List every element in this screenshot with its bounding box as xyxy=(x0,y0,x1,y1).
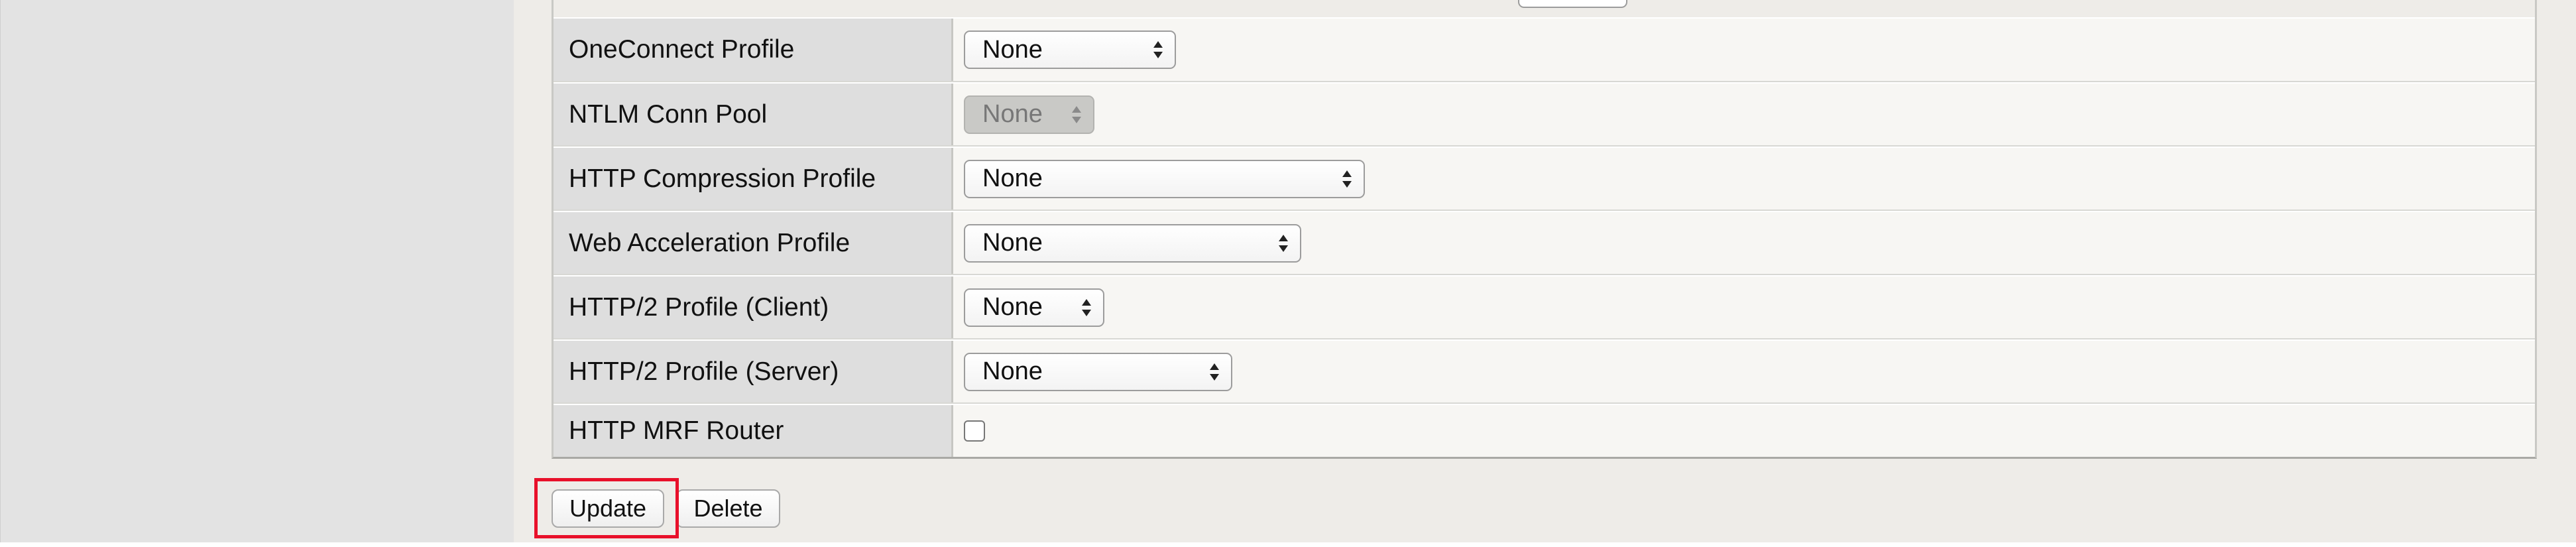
bottom-edge xyxy=(0,542,2576,547)
row-label: HTTP MRF Router xyxy=(554,405,953,457)
http-compression-profile-select[interactable]: None xyxy=(964,159,1365,198)
highlight-box xyxy=(534,478,679,538)
select-value: None xyxy=(982,35,1043,64)
select-arrows-icon xyxy=(1072,105,1081,123)
delete-button[interactable]: Delete xyxy=(676,489,780,528)
select-value: None xyxy=(982,229,1043,257)
table-row-http-compression: HTTP Compression Profile None xyxy=(554,147,2535,211)
select-value: None xyxy=(982,293,1043,321)
row-label: HTTP Compression Profile xyxy=(554,148,953,210)
table-row-http2-client: HTTP/2 Profile (Client) None xyxy=(554,275,2535,339)
web-acceleration-profile-select[interactable]: None xyxy=(964,223,1301,263)
table-row-ntlm: NTLM Conn Pool None xyxy=(554,82,2535,147)
oneconnect-profile-select[interactable]: None xyxy=(964,30,1176,69)
select-value: None xyxy=(982,164,1043,192)
row-value xyxy=(953,405,2535,457)
table-row-oneconnect: OneConnect Profile None xyxy=(554,17,2535,82)
row-label: Web Acceleration Profile xyxy=(554,212,953,274)
table-row-web-acceleration: Web Acceleration Profile None xyxy=(554,211,2535,275)
http2-profile-server-select[interactable]: None xyxy=(964,352,1232,391)
row-value: None xyxy=(953,212,2535,274)
profiles-table: OneConnect Profile None NTLM Conn Pool N… xyxy=(552,0,2537,459)
main-content: OneConnect Profile None NTLM Conn Pool N… xyxy=(514,0,2576,542)
row-label: OneConnect Profile xyxy=(554,19,953,81)
row-value: None xyxy=(953,341,2535,402)
partially-visible-select[interactable] xyxy=(1518,0,1627,8)
page: OneConnect Profile None NTLM Conn Pool N… xyxy=(0,0,2576,547)
select-arrows-icon xyxy=(1342,170,1352,188)
select-arrows-icon xyxy=(1082,298,1091,316)
row-label: HTTP/2 Profile (Client) xyxy=(554,276,953,338)
select-arrows-icon xyxy=(1279,234,1288,252)
ntlm-conn-pool-select: None xyxy=(964,95,1094,134)
table-row-http-mrf-router: HTTP MRF Router xyxy=(554,404,2535,457)
row-value: None xyxy=(953,148,2535,210)
table-row-http2-server: HTTP/2 Profile (Server) None xyxy=(554,339,2535,404)
select-value: None xyxy=(982,357,1043,385)
select-arrows-icon xyxy=(1153,41,1163,58)
row-value: None xyxy=(953,19,2535,81)
row-value: None xyxy=(953,84,2535,145)
row-label: NTLM Conn Pool xyxy=(554,84,953,145)
http-mrf-router-checkbox[interactable] xyxy=(964,420,985,442)
select-arrows-icon xyxy=(1210,363,1219,381)
left-navigation-panel xyxy=(0,0,514,542)
http2-profile-client-select[interactable]: None xyxy=(964,288,1104,327)
select-value: None xyxy=(982,100,1043,128)
row-label: HTTP/2 Profile (Server) xyxy=(554,341,953,402)
row-value: None xyxy=(953,276,2535,338)
